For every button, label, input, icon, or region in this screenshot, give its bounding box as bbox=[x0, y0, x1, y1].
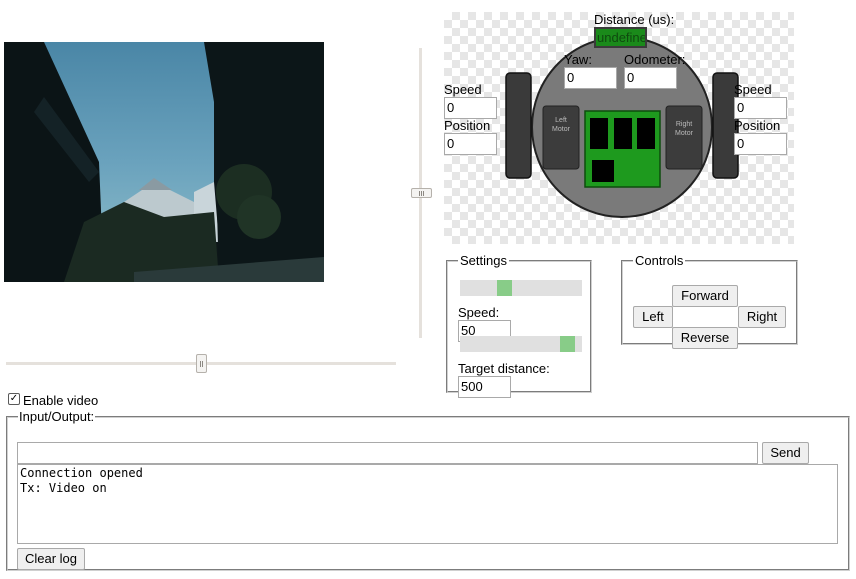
forward-button[interactable]: Forward bbox=[672, 285, 738, 307]
settings-panel: Settings Speed: 50 Target distance: 500 bbox=[446, 253, 592, 398]
left-position-value: 0 bbox=[444, 133, 497, 155]
robot-status-panel: Left Motor Right Motor Distance (us): un… bbox=[444, 12, 794, 244]
checkmark-icon: ✓ bbox=[9, 393, 19, 404]
enable-video-label: Enable video bbox=[23, 393, 99, 408]
reverse-button[interactable]: Reverse bbox=[672, 327, 738, 349]
left-motor-label-2: Motor bbox=[552, 126, 571, 133]
tilt-slider-thumb[interactable] bbox=[411, 188, 432, 198]
speed-slider[interactable] bbox=[460, 280, 582, 296]
right-position-label: Position bbox=[734, 118, 781, 133]
io-legend: Input/Output: bbox=[19, 409, 95, 424]
distance-label: Distance (us): bbox=[594, 12, 675, 27]
left-speed-label: Speed bbox=[444, 82, 482, 97]
left-motor-label-1: Left bbox=[555, 117, 567, 124]
right-motor bbox=[665, 105, 703, 170]
right-speed-value: 0 bbox=[734, 97, 787, 119]
target-distance-slider-handle[interactable] bbox=[560, 336, 575, 352]
io-panel: Input/Output: Send Connection opened Tx:… bbox=[6, 409, 850, 571]
right-position-value: 0 bbox=[734, 133, 787, 155]
left-wheel bbox=[505, 72, 532, 179]
send-button[interactable]: Send bbox=[762, 442, 809, 464]
controls-legend: Controls bbox=[635, 253, 684, 268]
yaw-value: 0 bbox=[564, 67, 617, 89]
speed-label: Speed: bbox=[458, 305, 500, 320]
enable-video-checkbox[interactable]: ✓ bbox=[8, 393, 20, 405]
right-button[interactable]: Right bbox=[738, 306, 786, 328]
right-motor-label-1: Right bbox=[676, 121, 692, 128]
right-motor-label-2: Motor bbox=[675, 130, 694, 137]
settings-legend: Settings bbox=[460, 253, 507, 268]
clear-log-button[interactable]: Clear log bbox=[17, 548, 85, 570]
pan-slider-thumb[interactable] bbox=[196, 354, 207, 373]
odometer-value: 0 bbox=[624, 67, 677, 89]
yaw-label: Yaw: bbox=[564, 52, 592, 67]
right-speed-label: Speed bbox=[734, 82, 772, 97]
left-button[interactable]: Left bbox=[633, 306, 673, 328]
video-feed bbox=[4, 42, 324, 282]
controls-panel: Controls Forward Left Right Reverse bbox=[621, 253, 798, 349]
target-distance-label: Target distance: bbox=[458, 361, 550, 376]
target-distance-slider[interactable] bbox=[460, 336, 582, 352]
speed-slider-handle[interactable] bbox=[497, 280, 512, 296]
target-distance-input[interactable]: 500 bbox=[458, 376, 511, 398]
command-input[interactable] bbox=[17, 442, 758, 464]
left-position-label: Position bbox=[444, 118, 491, 133]
left-motor bbox=[542, 105, 580, 170]
log-textarea[interactable]: Connection opened Tx: Video on bbox=[17, 464, 838, 544]
distance-value: undefine bbox=[594, 27, 647, 48]
odometer-label: Odometer: bbox=[624, 52, 686, 67]
left-speed-value: 0 bbox=[444, 97, 497, 119]
